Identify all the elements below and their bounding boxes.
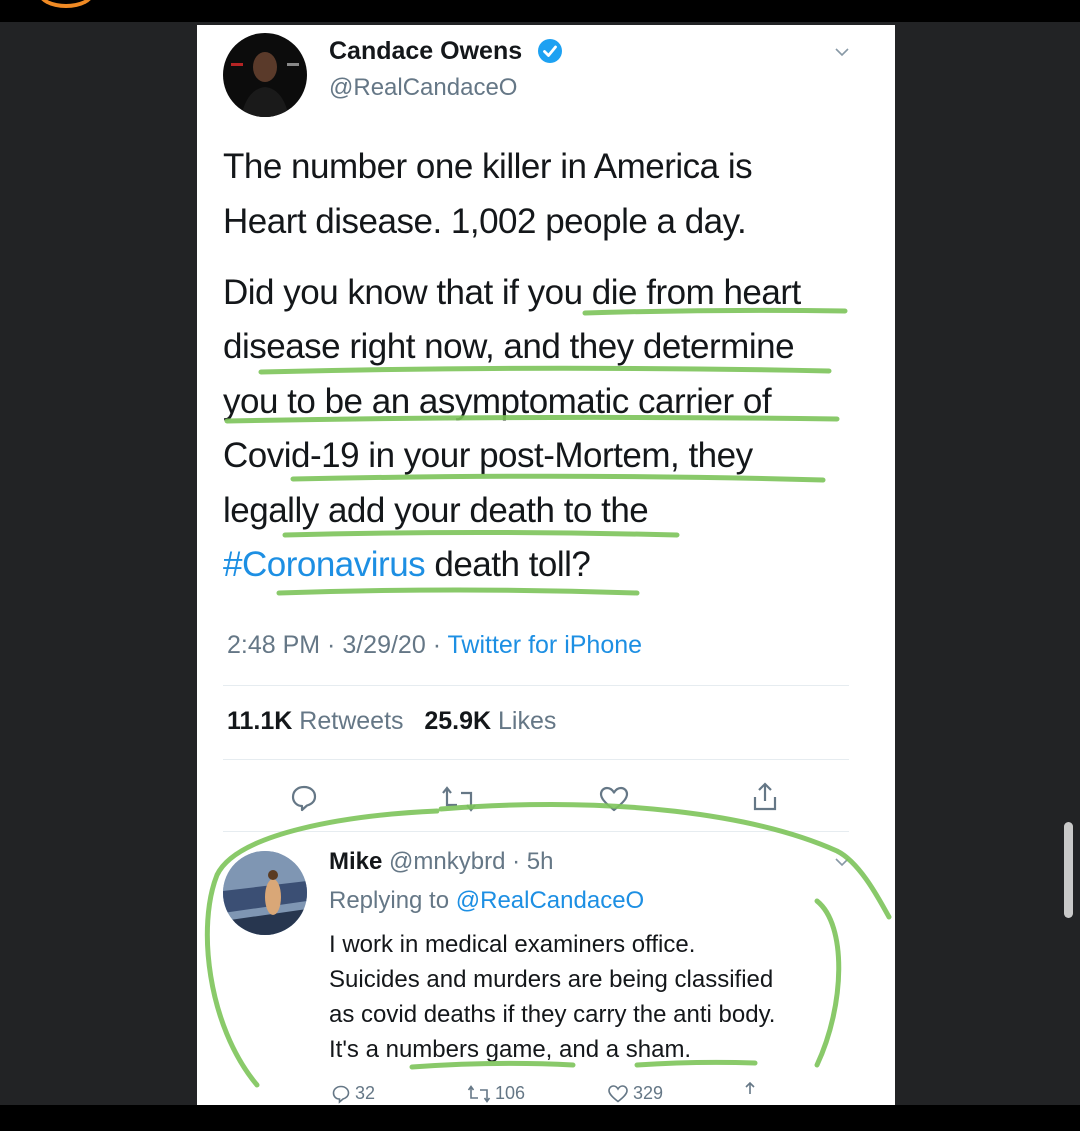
reply-author-name[interactable]: Mike [329, 848, 382, 875]
like-icon [608, 1084, 628, 1103]
author-handle[interactable]: @RealCandaceO [329, 74, 517, 102]
replying-label: Replying to [329, 887, 450, 914]
reply-retweet-action[interactable]: 106 [467, 1083, 525, 1104]
tweet-source-link[interactable]: Twitter for iPhone [448, 631, 643, 659]
divider [223, 759, 849, 760]
replying-handle-link[interactable]: @RealCandaceO [456, 887, 644, 914]
reply-text-line: as covid deaths if they carry the anti b… [329, 1001, 776, 1028]
reply-share-action[interactable] [741, 1081, 759, 1103]
tweet-text-line: Covid-19 in your post-Mortem, they [223, 436, 753, 475]
reply-author-handle[interactable]: @mnkybrd [389, 848, 505, 875]
tweet-date: 3/29/20 [342, 631, 426, 659]
reply-like-count: 329 [633, 1083, 664, 1103]
tweet-meta: 2:48 PM · 3/29/20 · Twitter for iPhone [227, 631, 643, 659]
avatar[interactable] [223, 33, 307, 117]
likes-stat[interactable]: 25.9K Likes [424, 707, 556, 735]
divider [223, 685, 849, 686]
retweets-stat[interactable]: 11.1K Retweets [227, 707, 404, 735]
share-icon[interactable] [751, 781, 779, 813]
verified-icon [538, 39, 562, 63]
tweet-text-line: #Coronavirus death toll? [223, 545, 591, 585]
scrollbar[interactable] [1064, 822, 1073, 918]
replying-to: Replying to @RealCandaceO [329, 887, 644, 915]
reply-header: Mike @mnkybrd · 5h [329, 848, 554, 875]
reply-text-line: Suicides and murders are being classifie… [329, 966, 774, 993]
divider [223, 831, 849, 832]
tweet-text-line: Heart disease. 1,002 people a day. [223, 202, 747, 241]
hashtag-link[interactable]: #Coronavirus [223, 545, 426, 584]
tweet-text-line: Did you know that if you die from heart [223, 273, 801, 312]
reply-retweet-count: 106 [495, 1083, 526, 1103]
share-icon [745, 1081, 755, 1094]
notification-dot-icon [38, 0, 94, 8]
tweet-stats: 11.1K Retweets 25.9K Likes [227, 707, 556, 736]
reply-count: 32 [355, 1083, 376, 1103]
tweet-text-line: legally add your death to the [223, 491, 649, 530]
tweet-text-end: death toll? [425, 545, 591, 584]
retweet-icon [467, 1084, 491, 1103]
reply-icon [332, 1085, 350, 1104]
tweet-text-line: The number one killer in America is [223, 147, 753, 186]
tweet-text-line: disease right now, and they determine [223, 327, 795, 366]
reply-age: 5h [526, 848, 554, 875]
reply-reply-action[interactable]: 32 [331, 1083, 375, 1104]
tweet-time: 2:48 PM [227, 631, 321, 659]
like-icon[interactable] [598, 785, 630, 813]
retweet-icon[interactable] [441, 785, 477, 813]
bottom-bar [0, 1105, 1080, 1131]
reply-like-action[interactable]: 329 [607, 1083, 663, 1104]
reply-text-line: It's a numbers game, and a sham. [329, 1036, 692, 1063]
top-bar [0, 0, 1080, 22]
reply-avatar[interactable] [223, 851, 307, 935]
author-name[interactable]: Candace Owens [329, 37, 522, 66]
tweet-text-line: you to be an asymptomatic carrier of [223, 382, 772, 421]
reply-icon[interactable] [289, 783, 319, 813]
tweet-card: Candace Owens @RealCandaceO The number o… [197, 25, 895, 1105]
chevron-down-icon[interactable] [835, 857, 849, 867]
reply-text-line: I work in medical examiners office. [329, 931, 696, 958]
chevron-down-icon[interactable] [835, 47, 849, 57]
